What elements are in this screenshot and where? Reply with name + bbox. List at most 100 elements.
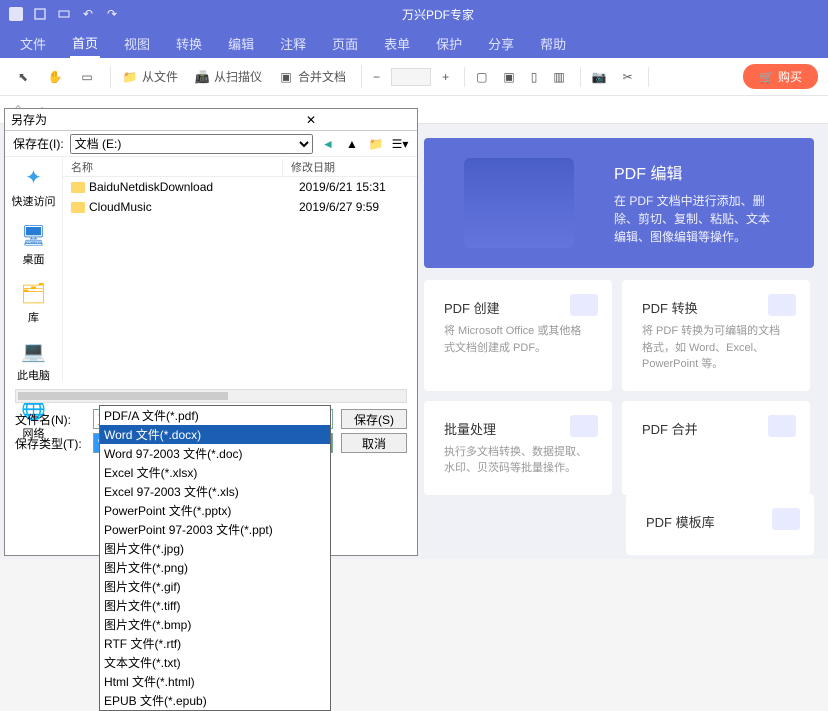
filetype-option[interactable]: 图片文件(*.png) — [100, 558, 330, 577]
col-name[interactable]: 名称 — [63, 159, 283, 175]
menu-view[interactable]: 视图 — [122, 30, 152, 57]
item-date: 2019/6/27 9:59 — [299, 200, 379, 214]
filetype-option[interactable]: 文本文件(*.txt) — [100, 653, 330, 672]
menu-page[interactable]: 页面 — [330, 30, 360, 57]
save-icon[interactable] — [32, 6, 48, 22]
pdf-stack-icon — [464, 158, 574, 248]
single-page-icon[interactable]: ▯ — [526, 67, 543, 87]
up-icon[interactable]: ▲ — [343, 135, 361, 153]
card-pdf-merge[interactable]: PDF 合并 — [622, 401, 810, 495]
menu-protect[interactable]: 保护 — [434, 30, 464, 57]
menu-comment[interactable]: 注释 — [278, 30, 308, 57]
filetype-option[interactable]: RTF 文件(*.rtf) — [100, 634, 330, 653]
merge-icon: ▣ — [278, 69, 294, 85]
sidebar-label: 此电脑 — [17, 367, 50, 383]
redo-icon[interactable]: ↷ — [104, 6, 120, 22]
select-tool[interactable]: ▭ — [74, 66, 100, 88]
from-file-button[interactable]: 📁从文件 — [117, 65, 183, 88]
filetype-option[interactable]: Html 文件(*.html) — [100, 672, 330, 691]
menu-form[interactable]: 表单 — [382, 30, 412, 57]
buy-button[interactable]: 🛒 购买 — [743, 64, 818, 89]
hero-desc: 在 PDF 文档中进行添加、删除、剪切、复制、粘贴、文本编辑、图像编辑等操作。 — [614, 192, 774, 246]
item-name: CloudMusic — [89, 200, 295, 214]
folder-icon: 📁 — [122, 69, 138, 85]
zoom-out[interactable]: − — [368, 67, 385, 87]
sidebar-desktop[interactable]: 🖥桌面 — [20, 221, 48, 267]
back-icon[interactable]: ◄ — [319, 135, 337, 153]
from-scanner-button[interactable]: 📠从扫描仪 — [189, 65, 267, 88]
undo-icon[interactable]: ↶ — [80, 6, 96, 22]
toolbar: ⬉ ✋ ▭ 📁从文件 📠从扫描仪 ▣合并文档 − + ▢ ▣ ▯ ▥ 📷 ✂ 🛒… — [0, 58, 828, 96]
sidebar-label: 桌面 — [23, 251, 45, 267]
filetype-option[interactable]: 图片文件(*.bmp) — [100, 615, 330, 634]
card-desc: 执行多文档转换、数据提取、水印、贝茨码等批量操作。 — [444, 444, 592, 477]
app-title: 万兴PDF专家 — [128, 6, 748, 23]
filetype-label: 保存类型(T): — [15, 435, 85, 452]
horizontal-scrollbar[interactable] — [15, 389, 407, 403]
filename-label: 文件名(N): — [15, 411, 85, 428]
cancel-button[interactable]: 取消 — [341, 433, 407, 453]
hero-title: PDF 编辑 — [614, 160, 774, 184]
new-folder-icon[interactable]: 📁 — [367, 135, 385, 153]
scanner-icon: 📠 — [194, 69, 210, 85]
card-templates[interactable]: PDF 模板库 — [626, 494, 814, 555]
filetype-option[interactable]: PowerPoint 97-2003 文件(*.ppt) — [100, 520, 330, 539]
filetype-option[interactable]: Word 文件(*.docx) — [100, 425, 330, 444]
card-pdf-convert[interactable]: PDF 转换将 PDF 转换为可编辑的文档格式，如 Word、Excel、Pow… — [622, 280, 810, 391]
zoom-in[interactable]: + — [437, 67, 454, 87]
sidebar-label: 库 — [28, 309, 39, 325]
hand-tool[interactable]: ✋ — [42, 66, 68, 88]
zoom-field[interactable] — [391, 68, 431, 86]
filetype-option[interactable]: PowerPoint 文件(*.pptx) — [100, 501, 330, 520]
menubar: 文件 首页 视图 转换 编辑 注释 页面 表单 保护 分享 帮助 — [0, 28, 828, 58]
card-batch[interactable]: 批量处理执行多文档转换、数据提取、水印、贝茨码等批量操作。 — [424, 401, 612, 495]
item-name: BaiduNetdiskDownload — [89, 180, 295, 194]
filetype-option[interactable]: PDF/A 文件(*.pdf) — [100, 406, 330, 425]
filetype-option[interactable]: Excel 文件(*.xlsx) — [100, 463, 330, 482]
sidebar-quick-access[interactable]: ✦快速访问 — [12, 163, 56, 209]
view-icon[interactable]: ☰▾ — [391, 135, 409, 153]
screenshot-icon[interactable]: ✂ — [618, 67, 638, 87]
save-as-dialog: 另存为 ✕ 保存在(I): 文档 (E:) ◄ ▲ 📁 ☰▾ ✦快速访问 🖥桌面… — [4, 108, 418, 556]
save-button[interactable]: 保存(S) — [341, 409, 407, 429]
filetype-option[interactable]: EPUB 文件(*.epub) — [100, 691, 330, 710]
filetype-option[interactable]: 图片文件(*.jpg) — [100, 539, 330, 558]
print-icon[interactable] — [56, 6, 72, 22]
dialog-title: 另存为 — [11, 111, 211, 128]
menu-convert[interactable]: 转换 — [174, 30, 204, 57]
close-icon[interactable]: ✕ — [211, 113, 411, 127]
card-icon — [570, 415, 598, 437]
card-icon — [768, 415, 796, 437]
fit-page-icon[interactable]: ▣ — [498, 67, 519, 87]
filetype-dropdown[interactable]: PDF/A 文件(*.pdf)Word 文件(*.docx)Word 97-20… — [99, 405, 331, 711]
menu-edit[interactable]: 编辑 — [226, 30, 256, 57]
list-item[interactable]: BaiduNetdiskDownload 2019/6/21 15:31 — [63, 177, 417, 197]
merge-button[interactable]: ▣合并文档 — [273, 65, 351, 88]
dialog-titlebar: 另存为 ✕ — [5, 109, 417, 131]
filetype-option[interactable]: 图片文件(*.tiff) — [100, 596, 330, 615]
item-date: 2019/6/21 15:31 — [299, 180, 386, 194]
window-titlebar: ↶ ↷ 万兴PDF专家 — [0, 0, 828, 28]
filetype-option[interactable]: Excel 97-2003 文件(*.xls) — [100, 482, 330, 501]
two-page-icon[interactable]: ▥ — [548, 67, 569, 87]
sidebar-libraries[interactable]: 🗂库 — [20, 279, 48, 325]
menu-share[interactable]: 分享 — [486, 30, 516, 57]
col-date[interactable]: 修改日期 — [283, 159, 417, 175]
card-icon — [772, 508, 800, 530]
menu-home[interactable]: 首页 — [70, 29, 100, 58]
hero-card-pdf-edit[interactable]: PDF 编辑 在 PDF 文档中进行添加、删除、剪切、复制、粘贴、文本编辑、图像… — [424, 138, 814, 268]
menu-help[interactable]: 帮助 — [538, 30, 568, 57]
filetype-option[interactable]: Word 97-2003 文件(*.doc) — [100, 444, 330, 463]
pointer-tool[interactable]: ⬉ — [10, 66, 36, 88]
folder-icon — [71, 202, 85, 213]
card-pdf-create[interactable]: PDF 创建将 Microsoft Office 或其他格式文档创建成 PDF。 — [424, 280, 612, 391]
menu-file[interactable]: 文件 — [18, 30, 48, 57]
snapshot-icon[interactable]: 📷 — [587, 67, 612, 87]
fit-width-icon[interactable]: ▢ — [471, 67, 492, 87]
location-select[interactable]: 文档 (E:) — [70, 134, 313, 154]
sidebar-this-pc[interactable]: 💻此电脑 — [17, 337, 50, 383]
folder-icon — [71, 182, 85, 193]
list-item[interactable]: CloudMusic 2019/6/27 9:59 — [63, 197, 417, 217]
file-list[interactable]: 名称 修改日期 BaiduNetdiskDownload 2019/6/21 15… — [63, 157, 417, 381]
filetype-option[interactable]: 图片文件(*.gif) — [100, 577, 330, 596]
